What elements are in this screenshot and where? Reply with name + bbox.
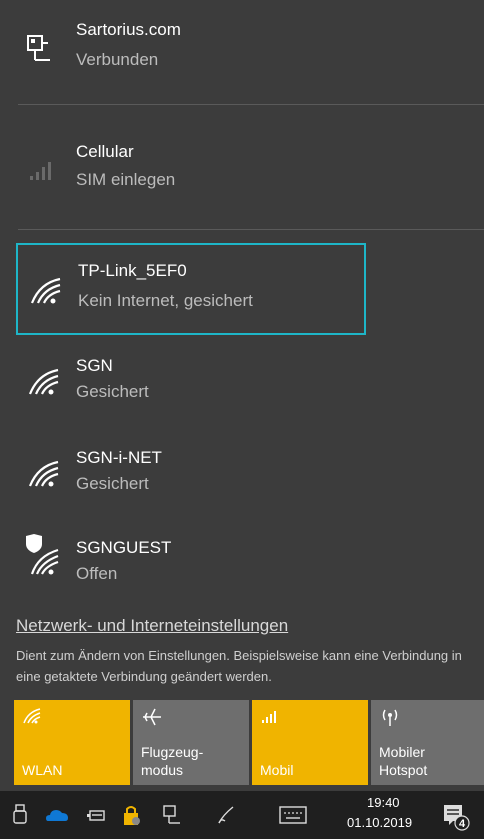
network-item-sartorius[interactable]: Sartorius.com Verbunden [16,12,366,82]
wifi-shield-icon [26,534,59,575]
wifi-icon [23,708,41,724]
mobile-hotspot-toggle[interactable]: Mobiler Hotspot [371,700,484,785]
network-settings-description: Dient zum Ändern von Einstellungen. Beis… [16,648,462,684]
security-lock-icon[interactable] [120,803,144,827]
battery-plug-icon[interactable] [84,803,108,827]
wifi-icon [28,460,59,487]
network-status: Kein Internet, gesichert [78,291,253,310]
tile-label-line: Mobiler [379,744,425,760]
clock-date[interactable]: 01.10.2019 [347,815,412,830]
network-name: SGN-i-NET [76,448,162,467]
notification-icon: 4 [444,805,470,831]
touch-keyboard-icon[interactable] [278,803,308,827]
network-item-sgn[interactable]: SGN Gesichert [16,348,366,418]
pen-ink-icon[interactable] [215,803,239,827]
quick-actions: WLAN Flugzeug- modus Mobil Mobiler Hotsp… [0,700,484,791]
network-flyout: Sartorius.com Verbunden Cellular SIM ein… [0,0,484,839]
ethernet-icon [27,35,50,61]
taskbar: 19:40 01.10.2019 4 [0,791,484,839]
network-item-sgn-i-net[interactable]: SGN-i-NET Gesichert [16,440,366,510]
network-name: Cellular [76,142,134,161]
airplane-icon [143,708,161,726]
airplane-mode-toggle[interactable]: Flugzeug- modus [133,700,249,785]
hotspot-icon [382,709,398,726]
mobile-data-toggle[interactable]: Mobil [252,700,368,785]
network-status: Gesichert [76,474,149,493]
network-settings-link[interactable]: Netzwerk- und Interneteinstellungen [16,616,288,636]
cellular-signal-icon [30,162,51,180]
network-ethernet-icon[interactable] [160,803,184,827]
network-list-area: Sartorius.com Verbunden Cellular SIM ein… [0,0,484,700]
network-item-sgnguest[interactable]: SGNGUEST Offen [16,530,366,600]
network-item-cellular[interactable]: Cellular SIM einlegen [16,130,366,200]
network-name: Sartorius.com [76,20,181,39]
network-status: Offen [76,564,118,583]
divider [18,104,484,105]
tile-label-line: Flugzeug- [141,744,204,760]
onedrive-cloud-icon[interactable] [44,803,72,827]
network-status: SIM einlegen [76,170,176,189]
cellular-signal-icon [262,711,276,723]
clock-time[interactable]: 19:40 [367,795,400,810]
usb-device-icon[interactable] [12,803,30,827]
network-item-tp-link[interactable]: TP-Link_5EF0 Kein Internet, gesichert [16,243,366,335]
notification-count: 4 [459,818,466,830]
wifi-icon [28,368,59,395]
network-name: TP-Link_5EF0 [78,261,187,280]
tile-label: Flugzeug- modus [141,743,203,779]
wlan-toggle[interactable]: WLAN [14,700,130,785]
divider [18,229,484,230]
tile-label: WLAN [22,762,63,778]
network-status: Gesichert [76,382,149,401]
network-status: Verbunden [76,50,159,69]
network-name: SGN [76,356,113,375]
tile-label: Mobiler Hotspot [379,743,427,779]
wifi-icon [30,277,61,304]
tile-label-line: Hotspot [379,762,428,778]
network-name: SGNGUEST [76,538,172,557]
action-center-button[interactable]: 4 [440,799,472,831]
tile-label-line: modus [141,762,184,778]
tile-label: Mobil [260,762,294,778]
